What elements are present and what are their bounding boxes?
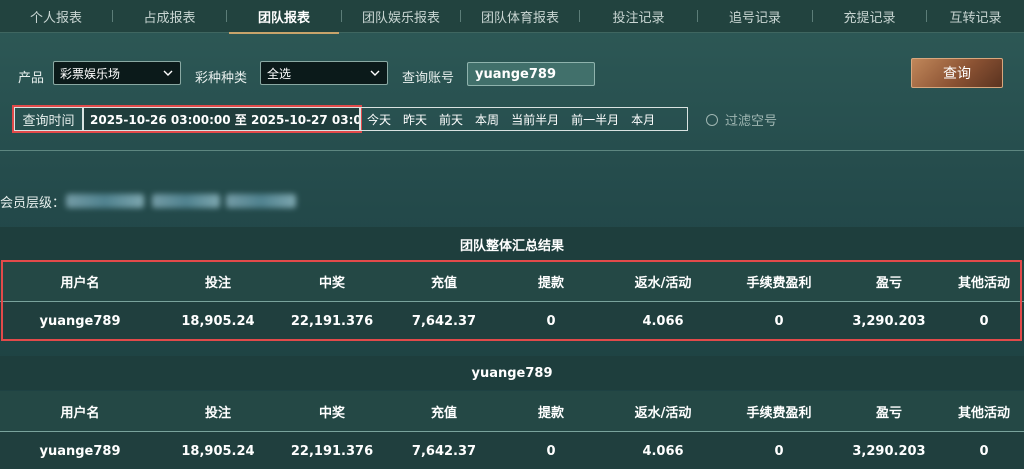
blurred-member-path	[152, 194, 220, 208]
tab-team-report[interactable]: 团队报表	[227, 0, 341, 34]
tab-bet-records[interactable]: 投注记录	[580, 0, 697, 33]
account-label: 查询账号	[402, 71, 455, 86]
tab-deposit-withdraw-records[interactable]: 充提记录	[813, 0, 926, 33]
tab-personal-report[interactable]: 个人报表	[0, 0, 112, 33]
tab-label: 个人报表	[29, 10, 82, 26]
column-header: 充值	[430, 405, 457, 421]
blurred-member-path	[226, 194, 296, 208]
radio-circle-icon	[706, 113, 718, 126]
tab-chase-records[interactable]: 追号记录	[698, 0, 812, 33]
table-cell: 7,642.37	[411, 443, 477, 459]
tab-share-report[interactable]: 占成报表	[113, 0, 226, 33]
account-input-value: yuange789	[475, 66, 557, 82]
summary-title-text: 团队整体汇总结果	[459, 238, 564, 254]
time-range-input[interactable]: 2025-10-26 03:00:00 至 2025-10-27 03:00:0…	[83, 107, 360, 131]
table-cell: 3,290.203	[852, 443, 926, 459]
member-level-label: 会员层级：	[0, 196, 66, 211]
active-tab-underline	[229, 31, 339, 34]
filter-empty-radio[interactable]: 过滤空号	[706, 110, 777, 129]
query-button-label: 查询	[943, 66, 971, 82]
lottery-type-label: 彩种种类	[195, 71, 248, 86]
product-select-value: 彩票娱乐场	[60, 66, 121, 81]
column-header: 手续费盈利	[746, 405, 812, 421]
product-label: 产品	[18, 71, 45, 86]
tab-label: 追号记录	[728, 10, 781, 26]
quick-range-today[interactable]: 今天	[361, 111, 397, 128]
time-range-value: 2025-10-26 03:00:00 至 2025-10-27 03:00:0…	[90, 112, 360, 127]
summary-title: 团队整体汇总结果	[0, 227, 1024, 261]
tab-label: 团队体育报表	[480, 10, 559, 26]
tab-label: 充提记录	[843, 10, 896, 26]
quick-range-current-half-month[interactable]: 当前半月	[505, 111, 565, 128]
detail-title: yuange789	[0, 356, 1024, 390]
product-select[interactable]: 彩票娱乐场	[53, 61, 181, 85]
quick-range-this-month[interactable]: 本月	[625, 111, 661, 128]
tab-team-sports-report[interactable]: 团队体育报表	[461, 0, 579, 33]
quick-range-yesterday[interactable]: 昨天	[397, 111, 433, 128]
column-header: 返水/活动	[634, 405, 692, 421]
table-cell: 18,905.24	[181, 443, 255, 459]
query-button[interactable]: 查询	[911, 58, 1003, 88]
filter-empty-label: 过滤空号	[725, 114, 778, 129]
table-row: yuange789 18,905.24 22,191.376 7,642.37 …	[0, 432, 1024, 469]
account-input[interactable]: yuange789	[467, 62, 595, 86]
column-header: 投注	[204, 405, 231, 421]
quick-range-previous-half-month[interactable]: 前一半月	[565, 111, 625, 128]
table-cell: 0	[979, 443, 989, 459]
tab-label: 互转记录	[949, 10, 1002, 26]
tab-team-entertainment-report[interactable]: 团队娱乐报表	[342, 0, 460, 33]
chevron-down-icon	[163, 70, 173, 76]
detail-table: 用户名 投注 中奖 充值 提款 返水/活动 手续费盈利 盈亏 其他活动 yuan…	[0, 391, 1024, 469]
chevron-down-icon	[370, 70, 380, 76]
lottery-type-select[interactable]: 全选	[260, 61, 388, 85]
tab-label: 投注记录	[612, 10, 665, 26]
table-cell: 0	[774, 443, 784, 459]
quick-range-day-before[interactable]: 前天	[433, 111, 469, 128]
lottery-type-select-value: 全选	[267, 66, 292, 81]
time-label: 查询时间	[14, 107, 83, 131]
table-cell: yuange789	[39, 443, 121, 459]
summary-highlight-box	[1, 260, 1022, 341]
column-header: 中奖	[318, 405, 345, 421]
column-header: 提款	[537, 405, 564, 421]
divider	[0, 150, 1024, 151]
tab-label: 团队娱乐报表	[361, 10, 440, 26]
table-cell: 4.066	[642, 443, 684, 459]
tab-transfer-records[interactable]: 互转记录	[927, 0, 1024, 33]
top-nav: 个人报表 占成报表 团队报表 团队娱乐报表 团队体育报表 投注记录 追号记录 充…	[0, 0, 1024, 34]
table-cell: 22,191.376	[290, 443, 374, 459]
tab-label: 团队报表	[257, 10, 310, 26]
detail-title-text: yuange789	[471, 365, 553, 381]
table-cell: 0	[546, 443, 556, 459]
column-header: 其他活动	[957, 405, 1010, 421]
column-header: 盈亏	[875, 405, 902, 421]
table-header-row: 用户名 投注 中奖 充值 提款 返水/活动 手续费盈利 盈亏 其他活动	[0, 391, 1024, 431]
blurred-member-path	[66, 194, 144, 208]
quick-range-group: 今天 昨天 前天 本周 当前半月 前一半月 本月	[360, 107, 688, 131]
column-header: 用户名	[60, 405, 100, 421]
quick-range-this-week[interactable]: 本周	[469, 111, 505, 128]
tab-label: 占成报表	[143, 10, 196, 26]
time-label-text: 查询时间	[22, 113, 75, 129]
